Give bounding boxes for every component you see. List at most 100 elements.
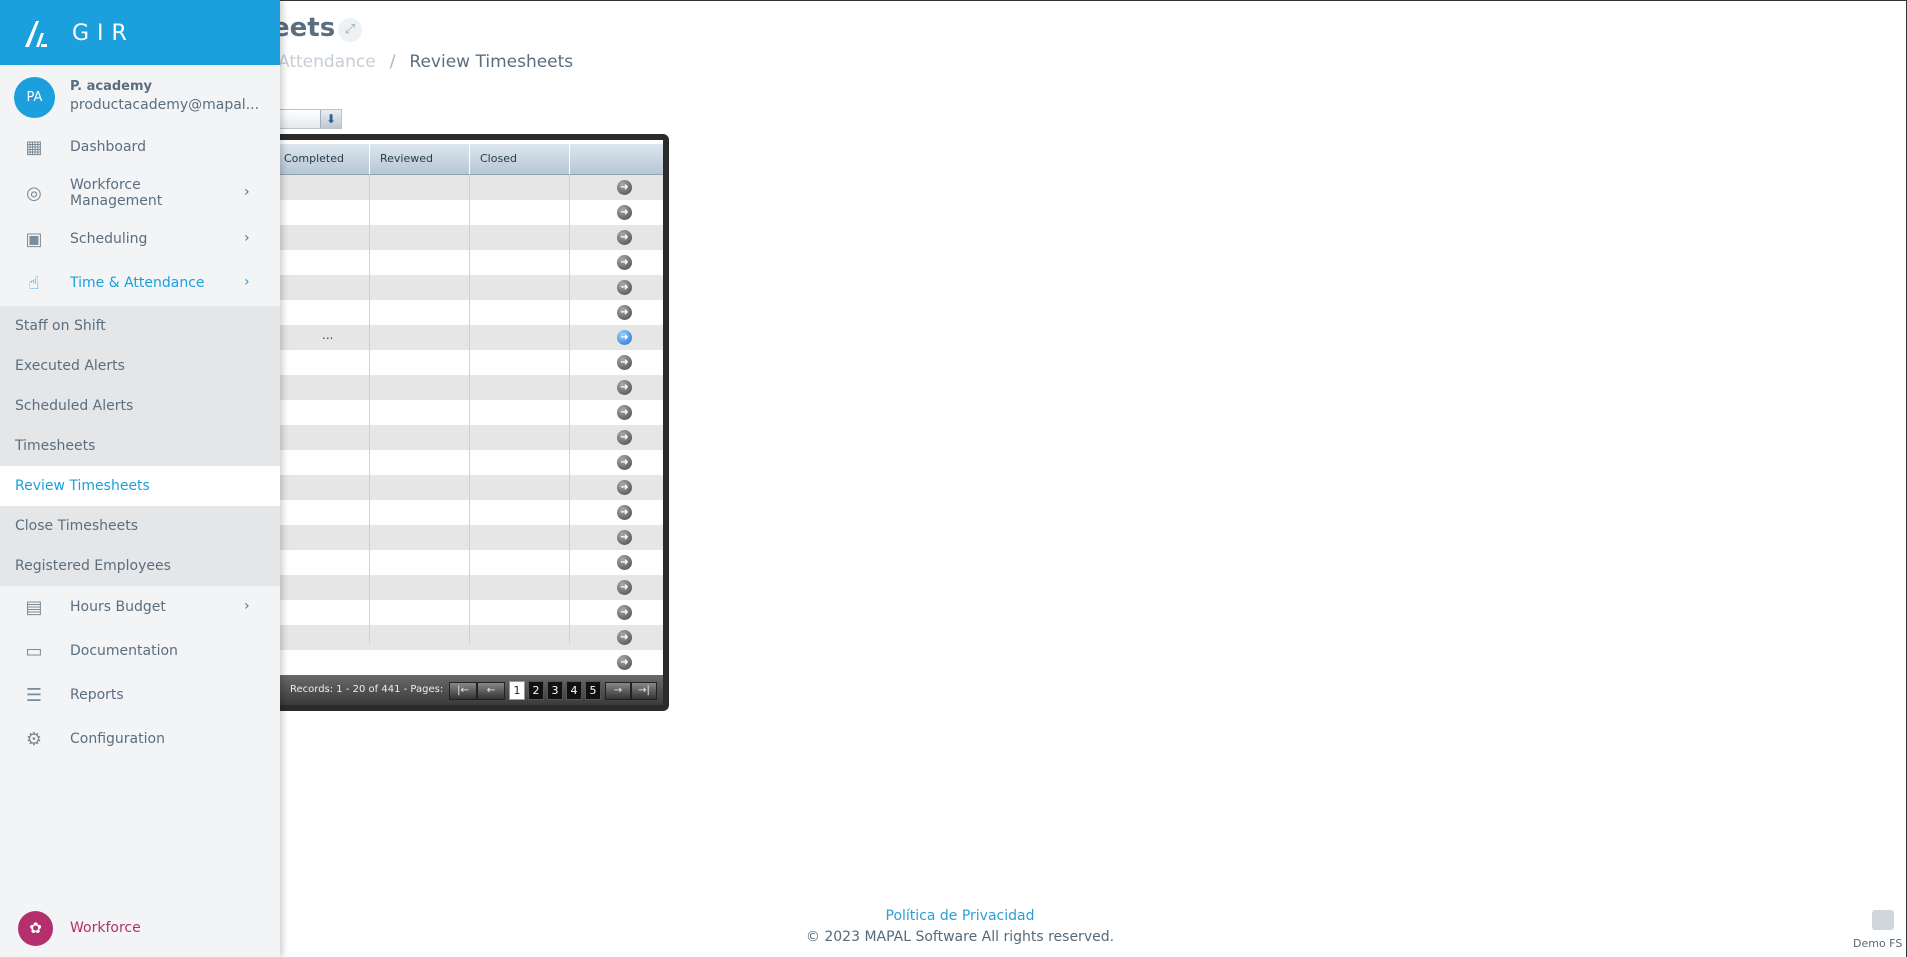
row-details-arrow-icon[interactable]: ➜ bbox=[617, 305, 632, 320]
submenu-item-registered-employees[interactable]: Registered Employees bbox=[0, 546, 280, 586]
row-details-arrow-icon[interactable]: ➜ bbox=[617, 480, 632, 495]
table-row[interactable]: ➜ bbox=[274, 650, 663, 675]
top-border bbox=[0, 0, 1907, 1]
user-circle-icon: ◎ bbox=[26, 183, 42, 204]
sidebar-item-scheduling[interactable]: ▣ Scheduling › bbox=[0, 220, 280, 260]
sidebar-item-label: Scheduling bbox=[70, 231, 148, 247]
page-button-3[interactable]: 3 bbox=[547, 681, 563, 700]
submenu-item-executed-alerts[interactable]: Executed Alerts bbox=[0, 346, 280, 386]
row-details-arrow-icon[interactable]: ➜ bbox=[617, 255, 632, 270]
page-button-4[interactable]: 4 bbox=[566, 681, 582, 700]
sidebar-item-documentation[interactable]: ▭ Documentation bbox=[0, 632, 280, 672]
sidebar-item-label: Documentation bbox=[70, 643, 178, 659]
row-details-arrow-icon[interactable]: ➜ bbox=[617, 605, 632, 620]
workforce-logo-icon[interactable]: ✿ bbox=[18, 911, 53, 946]
breadcrumb-item-attendance[interactable]: Attendance bbox=[278, 52, 376, 72]
page-button-5[interactable]: 5 bbox=[585, 681, 601, 700]
sidebar-header: GIR bbox=[0, 0, 280, 65]
sidebar-item-workforce-management[interactable]: ◎ Workforce Management › bbox=[0, 174, 280, 214]
column-header-reviewed[interactable]: Reviewed bbox=[370, 144, 470, 174]
row-details-arrow-icon[interactable]: ➜ bbox=[617, 530, 632, 545]
submenu-item-label: Executed Alerts bbox=[15, 358, 125, 374]
app-logo-text: GIR bbox=[72, 21, 135, 46]
column-divider bbox=[469, 174, 470, 644]
submenu-item-label: Timesheets bbox=[15, 438, 96, 454]
sidebar-item-time-attendance[interactable]: ☝ Time & Attendance › bbox=[0, 264, 280, 304]
row-details-arrow-icon[interactable]: ➜ bbox=[617, 180, 632, 195]
sidebar-item-label: Configuration bbox=[70, 731, 165, 747]
row-details-arrow-icon[interactable]: ➜ bbox=[617, 355, 632, 370]
reports-icon: ☰ bbox=[25, 685, 43, 706]
row-details-arrow-icon[interactable]: ➜ bbox=[617, 505, 632, 520]
breadcrumb-item-current: Review Timesheets bbox=[409, 52, 574, 72]
row-details-arrow-icon[interactable]: ➜ bbox=[617, 380, 632, 395]
submenu-item-label: Staff on Shift bbox=[15, 318, 106, 334]
column-divider bbox=[369, 174, 370, 644]
column-header-closed[interactable]: Closed bbox=[470, 144, 570, 174]
submenu-item-staff-on-shift[interactable]: Staff on Shift bbox=[0, 306, 280, 346]
row-details-arrow-icon[interactable]: ➜ bbox=[617, 405, 632, 420]
avatar: PA bbox=[14, 77, 55, 118]
page-title: eets bbox=[272, 13, 336, 43]
row-details-arrow-icon[interactable]: ➜ bbox=[617, 455, 632, 470]
sidebar-item-dashboard[interactable]: ▦ Dashboard bbox=[0, 128, 280, 168]
sidebar-item-label: Time & Attendance bbox=[70, 275, 205, 291]
row-details-arrow-icon[interactable]: ➜ bbox=[617, 330, 632, 345]
sidebar-item-configuration[interactable]: ⚙ Configuration bbox=[0, 720, 280, 760]
row-details-arrow-icon[interactable]: ➜ bbox=[617, 580, 632, 595]
sidebar: GIR PA P. academy productacademy@mapal..… bbox=[0, 0, 280, 957]
sidebar-item-hours-budget[interactable]: ▤ Hours Budget › bbox=[0, 588, 280, 628]
sidebar-item-reports[interactable]: ☰ Reports bbox=[0, 676, 280, 716]
demo-image-icon bbox=[1872, 910, 1894, 930]
workforce-label[interactable]: Workforce bbox=[70, 920, 141, 936]
budget-icon: ▤ bbox=[25, 597, 43, 618]
submenu-item-timesheets[interactable]: Timesheets bbox=[0, 426, 280, 466]
submenu-item-label: Close Timesheets bbox=[15, 518, 139, 534]
row-details-arrow-icon[interactable]: ➜ bbox=[617, 655, 632, 670]
next-page-button[interactable]: → bbox=[605, 682, 631, 700]
row-details-arrow-icon[interactable]: ➜ bbox=[617, 205, 632, 220]
row-details-arrow-icon[interactable]: ➜ bbox=[617, 555, 632, 570]
sidebar-item-label: Reports bbox=[70, 687, 124, 703]
hand-touch-icon: ☝ bbox=[28, 273, 40, 294]
chevron-right-icon: › bbox=[244, 184, 250, 200]
copyright-text: © 2023 MAPAL Software All rights reserve… bbox=[805, 929, 1115, 945]
calendar-clock-icon: ▣ bbox=[25, 229, 43, 250]
grid-pager: Records: 1 - 20 of 441 - Pages: |← ← 1 2… bbox=[274, 675, 663, 705]
first-page-button[interactable]: |← bbox=[449, 682, 477, 700]
page-button-2[interactable]: 2 bbox=[528, 681, 544, 700]
prev-page-button[interactable]: ← bbox=[477, 682, 505, 700]
column-divider bbox=[569, 174, 570, 644]
chevron-right-icon: › bbox=[244, 598, 250, 614]
last-page-button[interactable]: →| bbox=[631, 682, 657, 700]
gear-icon: ⚙ bbox=[25, 729, 43, 750]
records-info: Records: 1 - 20 of 441 - Pages: bbox=[290, 684, 444, 695]
cell-ellipsis: ... bbox=[322, 328, 334, 342]
row-details-arrow-icon[interactable]: ➜ bbox=[617, 280, 632, 295]
expand-icon[interactable]: ⤢ bbox=[338, 18, 362, 42]
submenu-item-review-timesheets[interactable]: Review Timesheets bbox=[0, 466, 280, 506]
user-profile[interactable]: PA P. academy productacademy@mapal... bbox=[14, 77, 274, 119]
submenu-item-label: Review Timesheets bbox=[15, 478, 150, 494]
row-details-arrow-icon[interactable]: ➜ bbox=[617, 630, 632, 645]
logo-icon[interactable] bbox=[22, 19, 48, 49]
user-email: productacademy@mapal... bbox=[70, 97, 260, 113]
submenu-item-scheduled-alerts[interactable]: Scheduled Alerts bbox=[0, 386, 280, 426]
user-name: P. academy bbox=[70, 79, 152, 94]
row-details-arrow-icon[interactable]: ➜ bbox=[617, 230, 632, 245]
row-details-arrow-icon[interactable]: ➜ bbox=[617, 430, 632, 445]
submenu-item-label: Registered Employees bbox=[15, 558, 171, 574]
dropdown-arrow-icon[interactable]: ⬇ bbox=[320, 110, 341, 128]
sidebar-item-label: Workforce Management bbox=[70, 177, 163, 209]
breadcrumb-separator: / bbox=[389, 52, 396, 72]
sidebar-item-label: Hours Budget bbox=[70, 599, 166, 615]
submenu-item-close-timesheets[interactable]: Close Timesheets bbox=[0, 506, 280, 546]
chevron-right-icon: › bbox=[244, 274, 250, 290]
page-button-1[interactable]: 1 bbox=[509, 681, 525, 700]
column-header-completed[interactable]: Completed bbox=[274, 144, 370, 174]
submenu-item-label: Scheduled Alerts bbox=[15, 398, 134, 414]
archive-icon: ▭ bbox=[25, 641, 43, 662]
privacy-link[interactable]: Política de Privacidad bbox=[0, 908, 1907, 924]
filter-dropdown[interactable]: ⬇ bbox=[276, 109, 342, 129]
timesheets-grid: Completed Reviewed Closed ➜ ➜ ➜ ➜ ➜ ➜ ➜... ➜ ➜ ➜ ➜… bbox=[268, 134, 669, 711]
